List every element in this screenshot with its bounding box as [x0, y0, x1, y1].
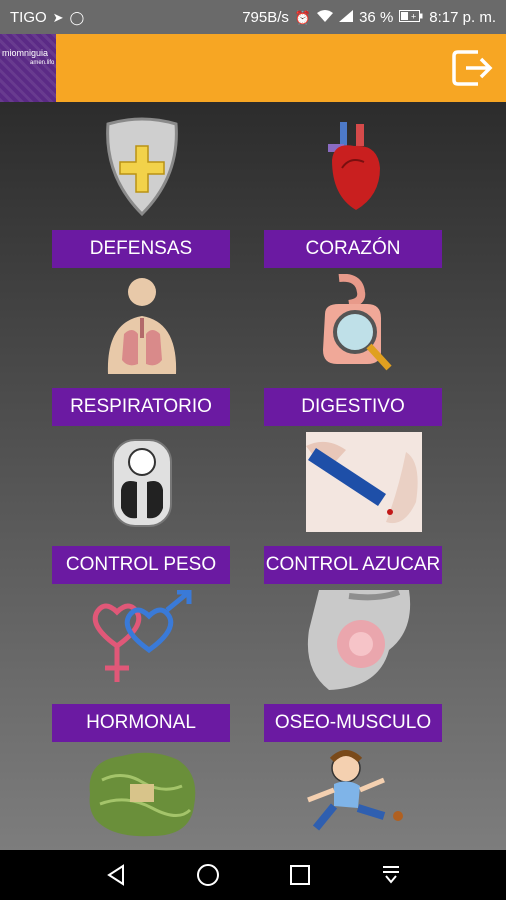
- intestine-icon: [264, 274, 444, 374]
- navigation-bar: [0, 850, 506, 900]
- menu-label: DIGESTIVO: [264, 388, 442, 426]
- lungs-icon: [52, 274, 232, 374]
- exit-button[interactable]: [450, 46, 494, 90]
- status-bar: TIGO ➤ ◯ 795B/s ⏰ 36 % + 8:17 p. m.: [0, 0, 506, 34]
- scale-icon: [52, 432, 232, 532]
- gender-symbols-icon: [52, 590, 232, 690]
- menu-label: RESPIRATORIO: [52, 388, 230, 426]
- app-bar: miomniguia amen.lifo: [0, 34, 506, 102]
- recents-icon: [289, 865, 310, 885]
- menu-label: OSEO-MUSCULO: [264, 704, 442, 742]
- menu-label: HORMONAL: [52, 704, 230, 742]
- menu-grid: DEFENSAS CORAZÓN RESPIRATORIO DIGESTIVO …: [0, 102, 506, 850]
- back-icon: [106, 864, 124, 886]
- menu-label: CORAZÓN: [264, 230, 442, 268]
- menu-label: CONTROL AZUCAR: [264, 546, 442, 584]
- recents-button[interactable]: [289, 864, 311, 886]
- home-icon: [196, 864, 219, 886]
- running-child-icon: [264, 750, 444, 850]
- exit-icon: [452, 50, 493, 86]
- svg-text:+: +: [411, 12, 416, 22]
- battery-icon: +: [399, 10, 423, 24]
- back-button[interactable]: [105, 864, 127, 886]
- collapse-icon: [382, 866, 399, 884]
- carrier-label: TIGO: [10, 8, 47, 26]
- knee-pain-icon: [264, 590, 444, 690]
- shield-icon: [52, 116, 232, 216]
- signal-icon: [339, 10, 354, 24]
- logo-subtext: amen.lifo: [30, 60, 55, 66]
- collapse-button[interactable]: [380, 864, 402, 886]
- alarm-icon: ⏰: [294, 9, 312, 25]
- logo-text: miomniguia: [2, 48, 49, 58]
- clock: 8:17 p. m.: [429, 8, 496, 26]
- home-button[interactable]: [196, 863, 220, 887]
- network-speed: 795B/s: [242, 8, 289, 26]
- menu-label: DEFENSAS: [52, 230, 230, 268]
- wifi-icon: [317, 10, 334, 24]
- battery-percent: 36 %: [359, 8, 394, 26]
- glucose-pen-icon: [264, 432, 444, 532]
- whatsapp-icon: ◯: [69, 9, 85, 25]
- brain-icon: [52, 750, 232, 850]
- heart-icon: [264, 116, 444, 216]
- navigation-icon: ➤: [52, 9, 64, 25]
- menu-label: CONTROL PESO: [52, 546, 230, 584]
- app-logo: miomniguia amen.lifo: [0, 34, 56, 102]
